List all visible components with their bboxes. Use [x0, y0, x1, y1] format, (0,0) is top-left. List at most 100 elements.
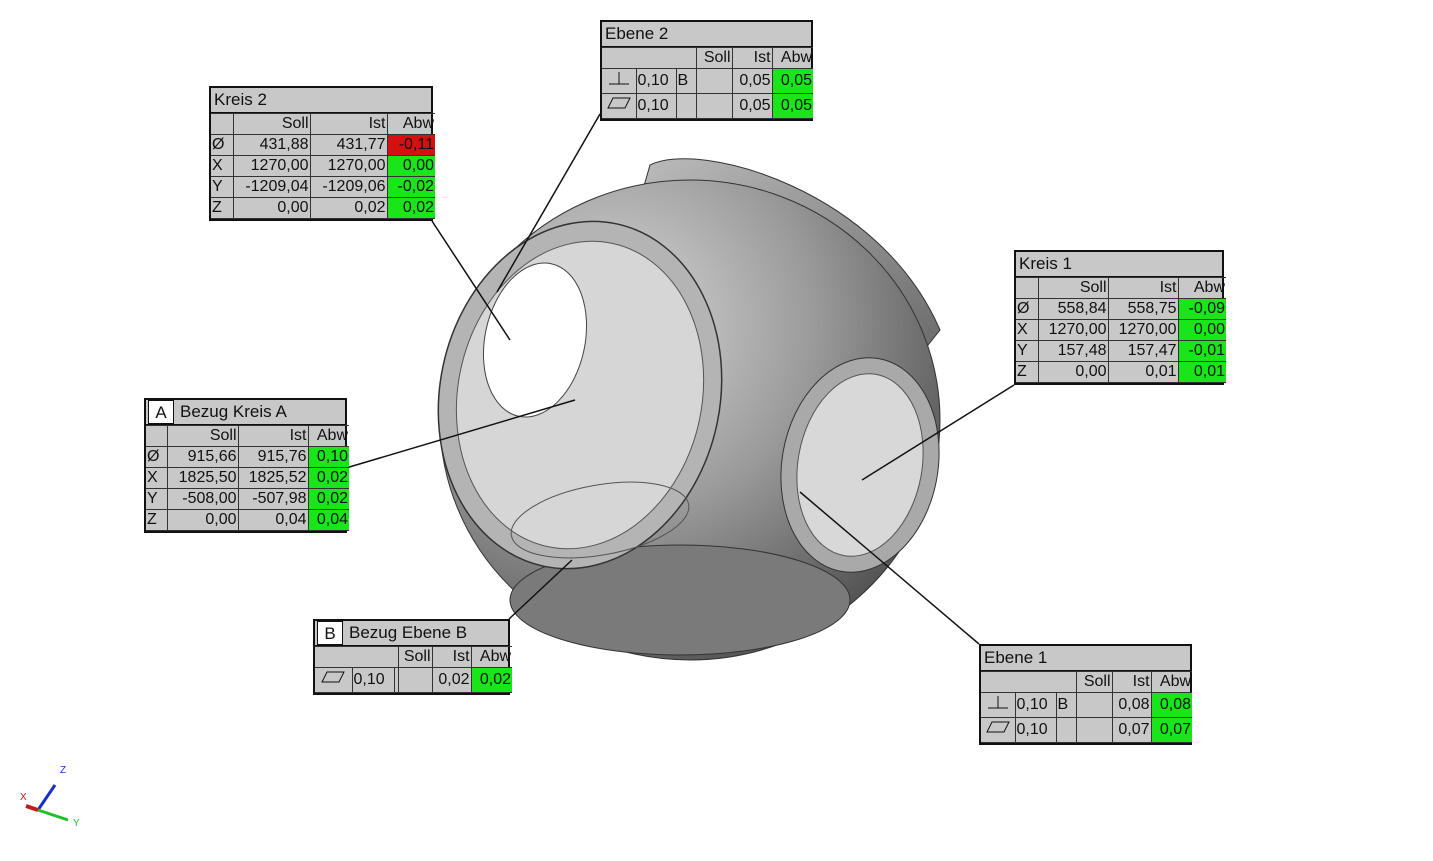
soll-value: 915,66	[166, 446, 239, 468]
soll-value: 431,88	[232, 134, 311, 156]
abw-value: -0,11	[386, 134, 435, 156]
header-row: Soll Ist Abw	[211, 113, 435, 135]
row-label: Ø	[1016, 298, 1039, 320]
soll-value	[1075, 717, 1113, 743]
row-label: Ø	[146, 446, 168, 468]
perpendicularity-icon	[981, 692, 1016, 718]
row-label: X	[146, 467, 168, 489]
soll-value	[695, 68, 733, 94]
title-text: Ebene 1	[984, 648, 1048, 667]
table-row: Y -508,00 -507,98 0,02	[146, 488, 349, 510]
ist-value: 1270,00	[309, 155, 388, 177]
ebene-2-table[interactable]: Ebene 2 Soll Ist Abw 0,10 B 0,05 0,05 0,10 0,05 0,…	[600, 20, 814, 121]
flatness-icon	[602, 93, 637, 119]
table-row: X 1825,50 1825,52 0,02	[146, 467, 349, 489]
abw-value: -0,02	[386, 176, 435, 198]
tolerance-value: 0,10	[1014, 717, 1057, 743]
row-label: Z	[211, 197, 234, 219]
ist-value: 0,02	[431, 667, 472, 693]
table-row: Y 157,48 157,47 -0,01	[1016, 340, 1226, 362]
datum-label: B	[317, 621, 343, 645]
kreis-2-table[interactable]: Kreis 2 Soll Ist Abw Ø 431,88 431,77 -0,11 X 1270…	[209, 86, 435, 221]
soll-value: 1270,00	[232, 155, 311, 177]
header-abw: Abw	[771, 47, 814, 69]
ist-value: 0,07	[1111, 717, 1152, 743]
header-blank	[211, 113, 234, 135]
soll-value	[695, 93, 733, 119]
header-ist: Ist	[431, 646, 472, 668]
bezug-kreis-a-table[interactable]: A Bezug Kreis A Soll Ist Abw Ø 915,66 915,76 0,1…	[144, 398, 349, 533]
ist-value: 0,08	[1111, 692, 1152, 718]
table-title: B Bezug Ebene B	[315, 621, 508, 646]
header-abw: Abw	[307, 425, 349, 447]
header-row: Soll Ist Abw	[315, 646, 513, 668]
abw-value: 0,02	[307, 467, 349, 489]
header-blank	[602, 47, 697, 69]
abw-value: 0,01	[1177, 361, 1226, 383]
axis-triad	[25, 784, 69, 822]
abw-value: 0,05	[771, 93, 814, 119]
soll-value	[1075, 692, 1113, 718]
abw-value: 0,04	[307, 509, 349, 531]
header-blank	[315, 646, 399, 668]
table-title: Ebene 2	[602, 22, 811, 47]
table-row: Z 0,00 0,01 0,01	[1016, 361, 1226, 383]
soll-value: 0,00	[166, 509, 239, 531]
soll-value: 0,00	[232, 197, 311, 219]
header-blank	[146, 425, 168, 447]
tolerance-value: 0,10	[635, 93, 677, 119]
table-title: A Bezug Kreis A	[146, 400, 345, 425]
header-ist: Ist	[1111, 671, 1152, 693]
kreis-1-table[interactable]: Kreis 1 Soll Ist Abw Ø 558,84 558,75 -0,09 X 1270…	[1014, 250, 1226, 385]
ist-value: 1270,00	[1107, 319, 1179, 341]
ist-value: 915,76	[237, 446, 309, 468]
table-row: Ø 915,66 915,76 0,10	[146, 446, 349, 468]
flatness-icon	[315, 667, 353, 693]
header-abw: Abw	[470, 646, 513, 668]
soll-value: 1825,50	[166, 467, 239, 489]
axis-z-label: Z	[60, 765, 67, 776]
datum-reference	[675, 93, 697, 119]
header-row: Soll Ist Abw	[146, 425, 349, 447]
abw-value: 0,02	[307, 488, 349, 510]
ist-value: 558,75	[1107, 298, 1179, 320]
table-row: Ø 431,88 431,77 -0,11	[211, 134, 435, 156]
row-label: Y	[1016, 340, 1039, 362]
table-title: Kreis 2	[211, 88, 431, 113]
ist-value: 157,47	[1107, 340, 1179, 362]
header-soll: Soll	[1075, 671, 1113, 693]
header-abw: Abw	[1177, 277, 1226, 299]
title-text: Bezug Ebene B	[349, 623, 468, 642]
tolerance-value: 0,10	[635, 68, 677, 94]
bezug-ebene-b-table[interactable]: B Bezug Ebene B Soll Ist Abw 0,10 0,02 0,02	[313, 619, 513, 695]
row-label: X	[1016, 319, 1039, 341]
abw-value: 0,07	[1150, 717, 1193, 743]
table-row: 0,10 B 0,08 0,08	[981, 692, 1193, 718]
table-title: Ebene 1	[981, 646, 1190, 671]
abw-value: 0,02	[470, 667, 513, 693]
row-label: Z	[146, 509, 168, 531]
tolerance-value: 0,10	[351, 667, 395, 693]
table-title: Kreis 1	[1016, 252, 1222, 277]
ist-value: 0,01	[1107, 361, 1179, 383]
title-text: Kreis 2	[214, 90, 267, 109]
header-soll: Soll	[1037, 277, 1109, 299]
table-row: 0,10 0,07 0,07	[981, 717, 1193, 743]
soll-value: -1209,04	[232, 176, 311, 198]
table-row: Ø 558,84 558,75 -0,09	[1016, 298, 1226, 320]
header-blank	[981, 671, 1077, 693]
header-soll: Soll	[232, 113, 311, 135]
title-text: Bezug Kreis A	[180, 402, 287, 421]
soll-value	[397, 667, 433, 693]
perpendicularity-icon	[602, 68, 637, 94]
ebene-1-table[interactable]: Ebene 1 Soll Ist Abw 0,10 B 0,08 0,08 0,10 0,07 0,…	[979, 644, 1193, 745]
abw-value: 0,02	[386, 197, 435, 219]
header-soll: Soll	[397, 646, 433, 668]
axis-y-label: Y	[73, 818, 80, 829]
header-ist: Ist	[731, 47, 773, 69]
abw-value: -0,01	[1177, 340, 1226, 362]
row-label: Z	[1016, 361, 1039, 383]
soll-value: 558,84	[1037, 298, 1109, 320]
axis-x-label: X	[20, 792, 27, 803]
table-row: X 1270,00 1270,00 0,00	[211, 155, 435, 177]
